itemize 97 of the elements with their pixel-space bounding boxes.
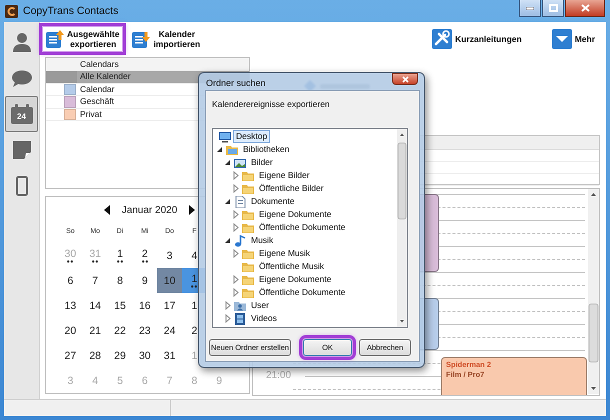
tree-item[interactable]: Bibliotheken <box>240 143 292 156</box>
tree-item[interactable]: Öffentliche Dokumente <box>256 286 348 299</box>
export-button[interactable]: Ausgewählte exportieren <box>43 27 122 51</box>
previous-arrow-icon[interactable] <box>104 205 110 215</box>
day-cell[interactable]: 17 <box>157 293 182 318</box>
collapsed-arrow-icon[interactable] <box>224 301 231 310</box>
collapsed-arrow-icon[interactable] <box>232 184 239 193</box>
day-cell[interactable]: 6 <box>58 268 83 293</box>
maximize-button[interactable] <box>542 0 564 17</box>
folder-icon <box>226 144 238 156</box>
day-cell[interactable]: 3 <box>157 243 182 268</box>
tree-item[interactable]: Öffentliche Bilder <box>256 182 327 195</box>
day-cell[interactable]: 10 <box>157 268 182 293</box>
tree-item[interactable]: Eigene Bilder <box>256 169 313 182</box>
tree-item[interactable]: Eigene Musik <box>256 247 314 260</box>
window-title: CopyTrans Contacts <box>23 5 118 17</box>
folder-icon <box>242 182 254 194</box>
day-cell[interactable]: 27 <box>58 343 83 368</box>
document-arrow-up-icon <box>46 30 64 48</box>
maximize-icon <box>548 4 558 12</box>
minimize-icon <box>526 6 534 10</box>
collapsed-arrow-icon[interactable] <box>232 223 239 232</box>
tree-item[interactable]: Eigene Dokumente <box>256 208 334 221</box>
day-cell[interactable]: 28 <box>82 343 108 368</box>
expanded-arrow-icon[interactable] <box>224 236 231 245</box>
day-cell[interactable]: 20 <box>58 318 83 343</box>
music-note-icon <box>234 234 246 246</box>
document-arrow-down-icon <box>132 30 150 48</box>
tree-item[interactable]: Eigene Dokumente <box>256 273 334 286</box>
guides-button[interactable]: Kurzanleitungen <box>429 27 525 51</box>
tree-item[interactable]: Dokumente <box>248 195 298 208</box>
collapsed-arrow-icon[interactable] <box>232 275 239 284</box>
scrollbar[interactable] <box>588 189 599 394</box>
collapsed-arrow-icon[interactable] <box>232 210 239 219</box>
folder-icon <box>242 222 254 234</box>
month-title: Januar 2020 <box>122 204 178 216</box>
collapsed-arrow-icon[interactable] <box>224 314 231 323</box>
tree-item[interactable]: User <box>248 299 272 312</box>
document-icon <box>234 196 246 208</box>
import-button[interactable]: Kalender importieren <box>129 27 204 51</box>
speech-bubble-icon <box>12 70 32 86</box>
nav-button[interactable]: 24 <box>5 96 38 132</box>
minimize-button[interactable] <box>519 0 541 17</box>
note-icon <box>12 141 30 159</box>
collapsed-arrow-icon[interactable] <box>232 288 239 297</box>
folder-icon <box>242 248 254 260</box>
day-cell[interactable]: 21 <box>82 318 108 343</box>
close-button[interactable] <box>565 0 605 17</box>
day-cell[interactable]: 23 <box>132 318 158 343</box>
day-cell[interactable]: 14 <box>82 293 108 318</box>
tree-item[interactable]: Videos <box>248 312 280 325</box>
close-button[interactable] <box>392 73 418 85</box>
monitor-icon <box>219 130 231 142</box>
tree-item[interactable]: Bilder <box>248 156 276 169</box>
picture-icon <box>234 156 246 168</box>
tree-item[interactable]: Öffentliche Dokumente <box>256 221 348 234</box>
chevron-down-icon <box>552 29 572 49</box>
folder-icon <box>242 274 254 286</box>
expanded-arrow-icon[interactable] <box>216 145 223 154</box>
tools-icon <box>432 29 452 49</box>
scrollbar[interactable] <box>397 129 407 327</box>
expanded-arrow-icon[interactable] <box>224 197 231 206</box>
close-icon <box>402 76 408 82</box>
day-cell[interactable]: 2 <box>132 243 158 268</box>
time-label: 21:00 <box>266 370 292 381</box>
close-icon <box>580 4 590 12</box>
tree-item[interactable]: Öffentliche Musik <box>256 260 328 273</box>
tree-item[interactable]: Desktop <box>233 130 270 143</box>
folder-icon <box>242 286 254 298</box>
day-cell[interactable]: 13 <box>58 293 83 318</box>
phone-icon <box>16 176 28 196</box>
user-folder-icon <box>234 300 246 312</box>
expanded-arrow-icon[interactable] <box>224 158 231 167</box>
day-cell[interactable]: 30 <box>132 343 158 368</box>
film-icon <box>234 312 246 324</box>
more-button[interactable]: Mehr <box>548 27 598 51</box>
day-cell[interactable]: 15 <box>108 293 132 318</box>
next-arrow-icon[interactable] <box>189 205 196 215</box>
tree-item[interactable]: Musik <box>248 234 276 247</box>
day-cell[interactable]: 7 <box>82 268 108 293</box>
collapsed-arrow-icon[interactable] <box>232 171 239 180</box>
day-cell[interactable]: 1 <box>108 243 132 268</box>
collapsed-arrow-icon[interactable] <box>232 249 239 258</box>
folder-icon <box>242 260 254 272</box>
folder-icon <box>242 208 254 220</box>
calendar-icon <box>10 104 32 124</box>
day-cell[interactable]: 31 <box>157 343 182 368</box>
folder-icon <box>242 170 254 182</box>
column-header: Calendars <box>79 58 120 70</box>
day-cell[interactable]: 16 <box>132 293 158 318</box>
day-cell[interactable]: 22 <box>108 318 132 343</box>
person-icon <box>12 32 30 52</box>
day-cell[interactable]: 29 <box>108 343 132 368</box>
day-cell[interactable]: 24 <box>157 318 182 343</box>
day-cell[interactable]: 8 <box>108 268 132 293</box>
day-cell[interactable]: 9 <box>132 268 158 293</box>
app-logo-icon <box>5 4 18 18</box>
